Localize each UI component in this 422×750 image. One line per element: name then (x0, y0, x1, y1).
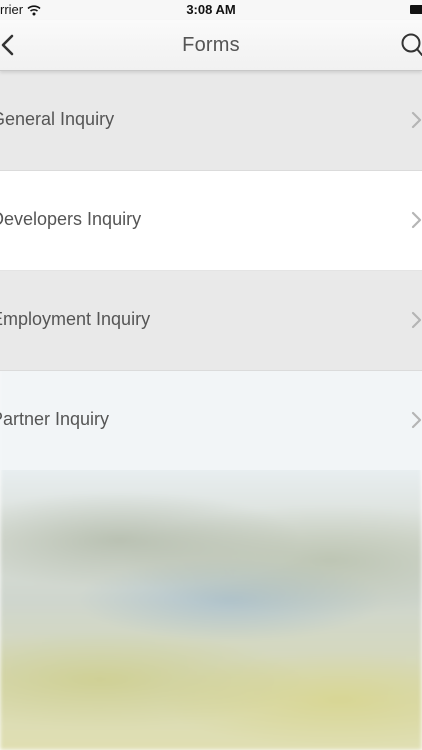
forms-list: General Inquiry Developers Inquiry Emplo… (0, 71, 422, 470)
app-screen: rrier 3:08 AM Forms General Inquiry Deve… (0, 0, 422, 750)
form-item-label: Developers Inquiry (0, 209, 142, 229)
form-item-employment-inquiry[interactable]: Employment Inquiry (0, 271, 422, 371)
chevron-right-icon (410, 311, 422, 329)
form-item-label: Employment Inquiry (0, 309, 151, 329)
navigation-bar: Forms (0, 20, 422, 71)
form-item-general-inquiry[interactable]: General Inquiry (0, 71, 422, 171)
page-title: Forms (182, 34, 240, 56)
status-time: 3:08 AM (186, 2, 236, 17)
form-item-label: General Inquiry (0, 109, 115, 129)
chevron-right-icon (410, 211, 422, 229)
search-icon (401, 33, 422, 56)
form-item-partner-inquiry[interactable]: Partner Inquiry (0, 371, 422, 470)
search-button[interactable] (398, 32, 422, 58)
form-item-label: Partner Inquiry (0, 409, 110, 429)
status-bar: rrier 3:08 AM (0, 0, 422, 20)
battery-icon (410, 5, 422, 14)
form-item-developers-inquiry[interactable]: Developers Inquiry (0, 171, 422, 271)
chevron-right-icon (410, 411, 422, 429)
chevron-right-icon (410, 111, 422, 129)
